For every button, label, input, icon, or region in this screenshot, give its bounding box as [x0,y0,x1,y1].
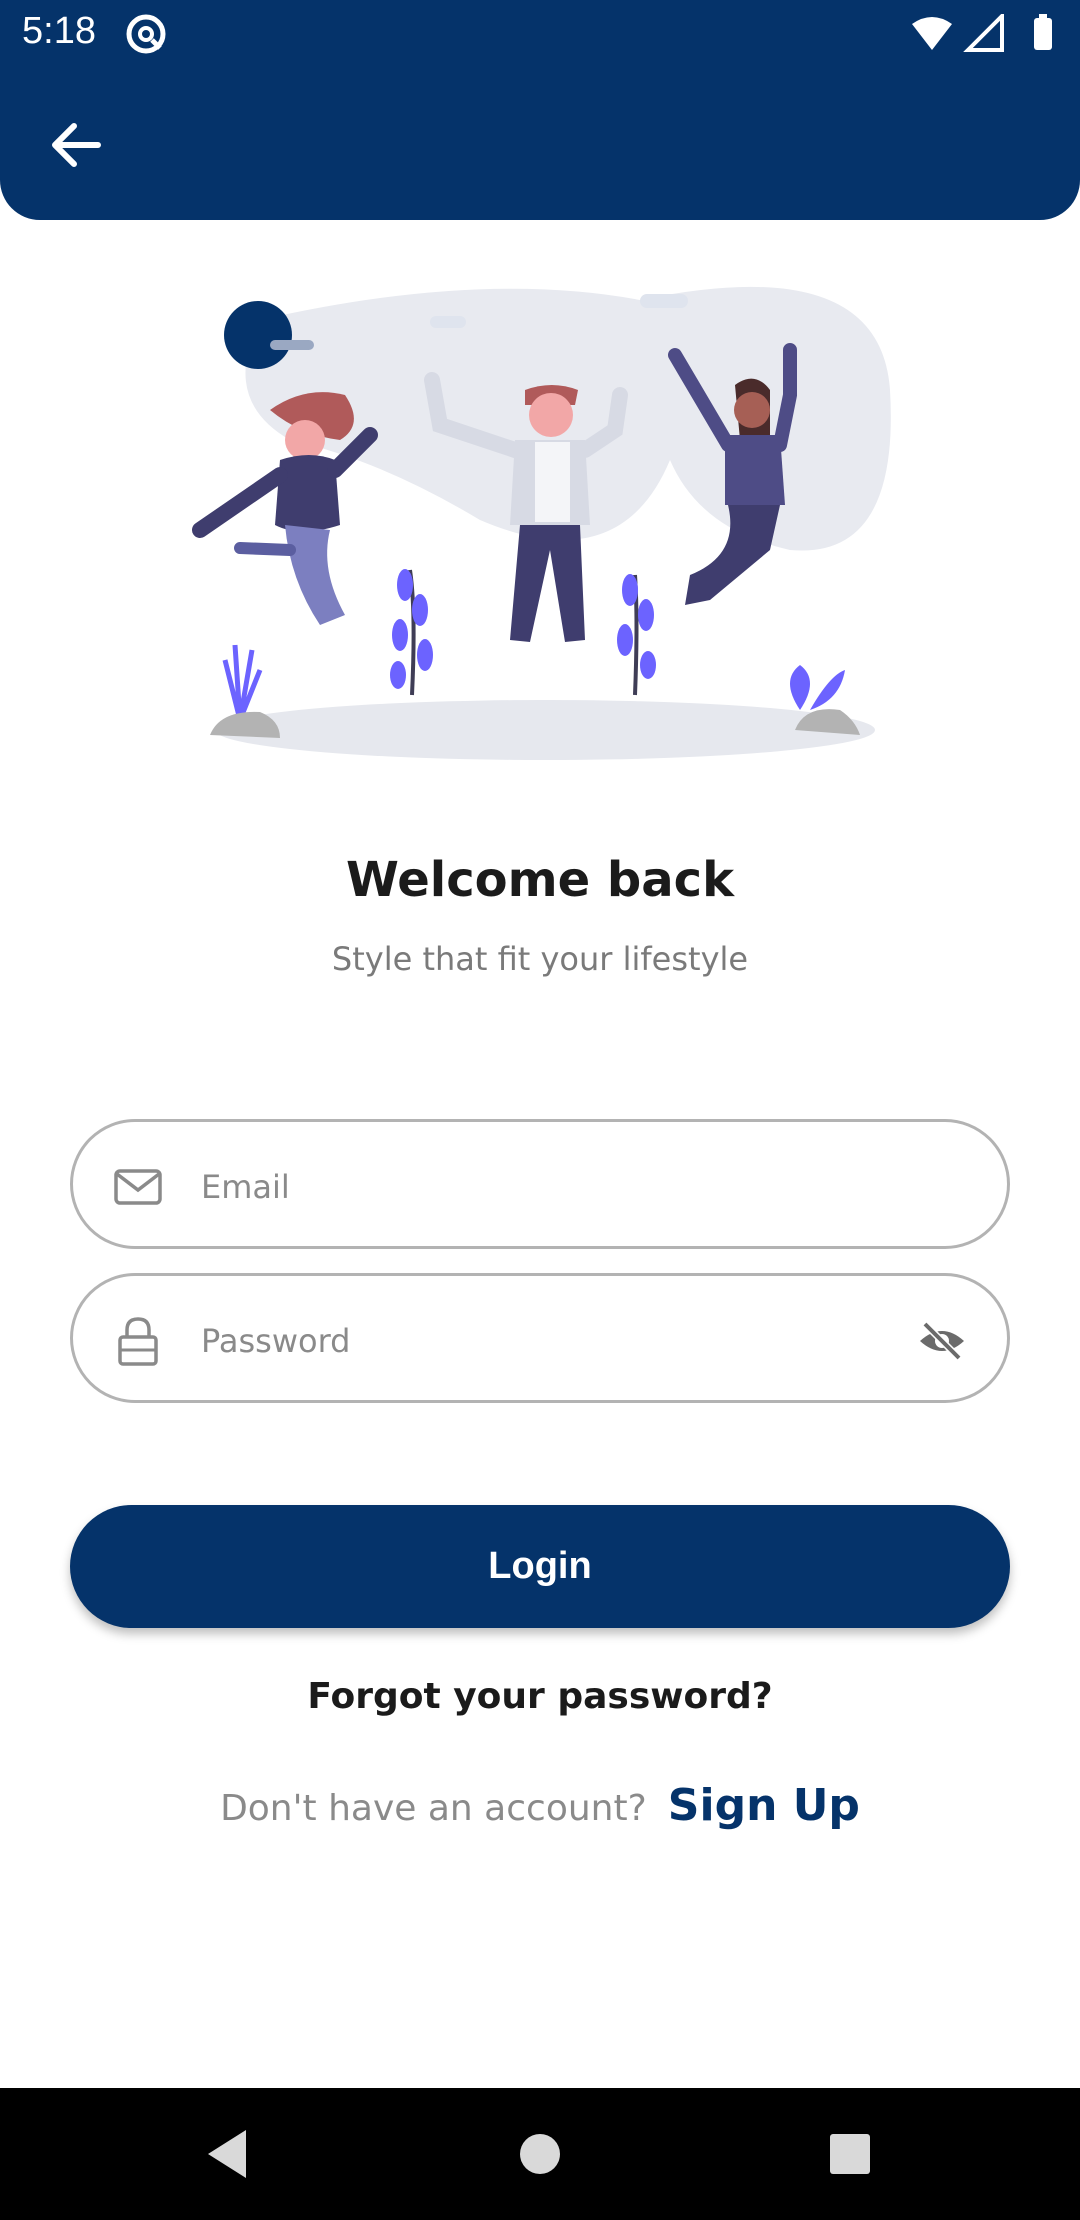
nav-home-icon[interactable] [510,2124,570,2184]
welcome-illustration [192,286,891,760]
signup-row: Don't have an account? Sign Up [0,1780,1080,1831]
battery-icon [1034,18,1052,50]
signal-icon [963,14,1004,52]
eye-off-icon[interactable] [917,1316,967,1366]
lock-icon [118,1317,158,1366]
forgot-password-link[interactable]: Forgot your password? [0,1676,1080,1717]
mail-icon [114,1169,162,1205]
password-field[interactable] [70,1273,1010,1403]
system-navigation-bar [0,2088,1080,2220]
email-input[interactable] [201,1152,821,1222]
signup-prompt: Don't have an account? [220,1788,647,1829]
app-bar: 5:18 [0,0,1080,220]
arrow-left-icon[interactable] [40,110,114,180]
page-title: Welcome back [345,852,735,908]
login-button[interactable]: Login [70,1505,1010,1628]
nav-back-icon[interactable] [200,2124,260,2184]
status-time: 5:18 [22,10,96,52]
nav-recent-apps-icon[interactable] [820,2124,880,2184]
signup-link[interactable]: Sign Up [668,1780,860,1831]
page-subtitle: Style that fit your lifestyle [331,940,749,978]
wifi-icon [912,17,952,50]
at-sign-icon [126,14,166,54]
password-input[interactable] [201,1306,821,1376]
email-field[interactable] [70,1119,1010,1249]
status-icons [912,14,1052,52]
